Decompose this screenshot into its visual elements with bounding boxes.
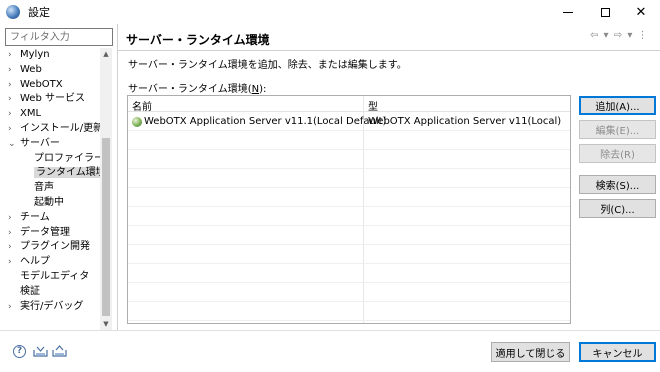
header-divider: [118, 50, 660, 51]
footer-divider: [0, 330, 660, 331]
tree-item-label: 音声: [34, 182, 54, 194]
close-icon[interactable]: ✕: [622, 0, 660, 24]
edit-button[interactable]: 編集(E)...: [579, 120, 656, 139]
tree-item-label: WebOTX: [20, 78, 63, 90]
tree-item[interactable]: › Web: [4, 63, 100, 78]
table-row-empty: [128, 246, 570, 264]
filter-input[interactable]: [5, 28, 113, 46]
tree-item-label: 検証: [20, 285, 40, 297]
tree-item-label: データ管理: [20, 226, 70, 238]
runtime-list-label: サーバー・ランタイム環境(N):: [128, 84, 267, 95]
table-row-empty: [128, 189, 570, 207]
apply-and-close-button[interactable]: 適用して閉じる: [491, 342, 570, 362]
tree-item[interactable]: 起動中: [4, 196, 100, 211]
tree-item[interactable]: › チーム: [4, 211, 100, 226]
tree-item[interactable]: › インストール/更新: [4, 122, 100, 137]
tree-item-label: プロファイラー: [34, 152, 100, 164]
tree-item-label: チーム: [20, 211, 50, 223]
tree-item-label: XML: [20, 108, 42, 120]
table-row-empty: [128, 227, 570, 245]
app-icon: [6, 5, 20, 19]
runtime-table[interactable]: 名前 型 WebOTX Application Server v11.1(Loc…: [127, 95, 571, 324]
pane-divider[interactable]: [117, 24, 118, 330]
tree-item[interactable]: › XML: [4, 107, 100, 122]
chevron-right-icon[interactable]: ›: [8, 300, 18, 315]
scroll-up-icon[interactable]: ▲: [100, 48, 112, 60]
export-icon[interactable]: [52, 345, 67, 357]
table-row[interactable]: WebOTX Application Server v11.1(Local De…: [128, 113, 570, 131]
chevron-right-icon[interactable]: ›: [8, 240, 18, 255]
chevron-right-icon[interactable]: ›: [8, 63, 18, 78]
table-row-empty: [128, 303, 570, 321]
tree-item[interactable]: › Web サービス: [4, 92, 100, 107]
table-row-empty: [128, 284, 570, 302]
tree-item-label: プラグイン開発: [20, 241, 90, 253]
tree-item[interactable]: › プラグイン開発: [4, 240, 100, 255]
tree-item[interactable]: › Mylyn: [4, 48, 100, 63]
page-title: サーバー・ランタイム環境: [126, 33, 270, 47]
scroll-down-icon[interactable]: ▼: [100, 318, 112, 330]
table-row-empty: [128, 132, 570, 150]
tree-item-label: モデルエディタ: [20, 270, 90, 282]
chevron-right-icon[interactable]: ›: [8, 48, 18, 63]
chevron-right-icon[interactable]: ›: [8, 226, 18, 241]
columns-button[interactable]: 列(C)...: [579, 199, 656, 218]
tree-item-label: インストール/更新: [20, 122, 100, 134]
table-row-empty: [128, 208, 570, 226]
help-icon[interactable]: ?: [13, 345, 26, 358]
chevron-right-icon[interactable]: ›: [8, 107, 18, 122]
tree-item[interactable]: モデルエディタ: [4, 270, 100, 285]
chevron-right-icon[interactable]: ›: [8, 255, 18, 270]
page-description: サーバー・ランタイム環境を追加、除去、または編集します。: [128, 60, 407, 71]
add-button[interactable]: 追加(A)...: [579, 96, 656, 115]
tree-item[interactable]: ⌄ サーバー: [4, 137, 100, 152]
tree-item-label: Web サービス: [20, 93, 85, 105]
tree-item[interactable]: › WebOTX: [4, 78, 100, 93]
tree-item-label: Web: [20, 63, 42, 75]
runtime-name: WebOTX Application Server v11.1(Local De…: [144, 116, 387, 127]
window-title: 設定: [28, 6, 50, 19]
tree-item-label: 実行/デバッグ: [20, 300, 84, 312]
scroll-thumb[interactable]: [102, 138, 110, 316]
cancel-button[interactable]: キャンセル: [579, 342, 656, 362]
tree-item[interactable]: 検証: [4, 285, 100, 300]
runtime-type: WebOTX Application Server v11(Local): [368, 116, 562, 127]
tree-item-label: サーバー: [20, 137, 60, 149]
tree-item[interactable]: › データ管理: [4, 226, 100, 241]
tree-scrollbar[interactable]: ▲ ▼: [100, 48, 112, 330]
tree-item[interactable]: › ヘルプ: [4, 255, 100, 270]
tree-item-label: ヘルプ: [20, 256, 50, 268]
tree-item[interactable]: › 実行/デバッグ: [4, 300, 100, 315]
chevron-down-icon[interactable]: ⌄: [8, 137, 18, 152]
tree-item[interactable]: 音声: [4, 181, 100, 196]
import-icon[interactable]: [33, 345, 48, 357]
minimize-icon[interactable]: [549, 0, 587, 24]
column-header-name[interactable]: 名前: [132, 98, 152, 113]
table-row-empty: [128, 265, 570, 283]
table-row-empty: [128, 170, 570, 188]
maximize-icon[interactable]: [586, 0, 624, 24]
server-runtime-icon: [132, 117, 142, 127]
preferences-tree: › Mylyn › Web › WebOTX › Web サービス › XML › インストール/更新…: [4, 48, 100, 330]
tree-item[interactable]: プロファイラー: [4, 152, 100, 167]
chevron-right-icon[interactable]: ›: [8, 92, 18, 107]
chevron-right-icon[interactable]: ›: [8, 211, 18, 226]
search-button[interactable]: 検索(S)...: [579, 175, 656, 194]
chevron-right-icon[interactable]: ›: [8, 122, 18, 137]
tree-item-label: 起動中: [34, 196, 64, 208]
remove-button[interactable]: 除去(R): [579, 144, 656, 163]
tree-item[interactable]: ランタイム環境: [4, 166, 100, 181]
tree-item-label: ランタイム環境: [34, 167, 100, 179]
chevron-right-icon[interactable]: ›: [8, 78, 18, 93]
table-row-empty: [128, 151, 570, 169]
tree-item-label: Mylyn: [20, 49, 50, 60]
column-header-type[interactable]: 型: [368, 98, 378, 113]
table-header: 名前 型: [128, 96, 570, 113]
nav-arrows-icon[interactable]: ⇦ ▾ ⇨ ▾ ⋮: [590, 30, 649, 41]
